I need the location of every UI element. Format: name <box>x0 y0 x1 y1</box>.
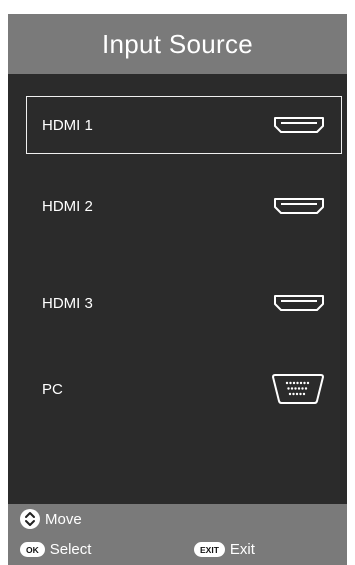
source-label: PC <box>42 380 63 398</box>
source-label: HDMI 2 <box>42 197 93 215</box>
ok-key-badge: OK <box>20 542 45 557</box>
hdmi-port-icon <box>274 198 324 214</box>
hdmi-port-icon <box>274 117 324 133</box>
move-hint: Move <box>20 509 82 529</box>
vga-port-icon <box>272 374 324 404</box>
input-source-menu: Input Source HDMI 1 HDMI 2 HDMI 3 PC Mov… <box>8 14 347 565</box>
exit-hint: EXIT Exit <box>194 541 255 558</box>
source-list: HDMI 1 HDMI 2 HDMI 3 PC <box>8 74 347 504</box>
key-hint-bar: Move OK Select EXIT Exit <box>8 504 347 565</box>
source-item-hdmi-1[interactable]: HDMI 1 <box>26 96 342 154</box>
menu-header: Input Source <box>8 14 347 74</box>
select-hint: OK Select <box>20 541 91 558</box>
source-item-pc[interactable]: PC <box>26 360 342 418</box>
source-label: HDMI 1 <box>42 116 93 134</box>
exit-key-badge: EXIT <box>194 542 225 557</box>
move-hint-label: Move <box>45 510 82 528</box>
source-item-hdmi-3[interactable]: HDMI 3 <box>26 274 342 332</box>
source-label: HDMI 3 <box>42 294 93 312</box>
menu-title: Input Source <box>101 28 254 59</box>
source-item-hdmi-2[interactable]: HDMI 2 <box>26 177 342 235</box>
exit-hint-label: Exit <box>229 541 255 558</box>
select-hint-label: Select <box>49 541 92 558</box>
up-down-arrows-icon <box>20 509 40 529</box>
hdmi-port-icon <box>274 295 324 311</box>
